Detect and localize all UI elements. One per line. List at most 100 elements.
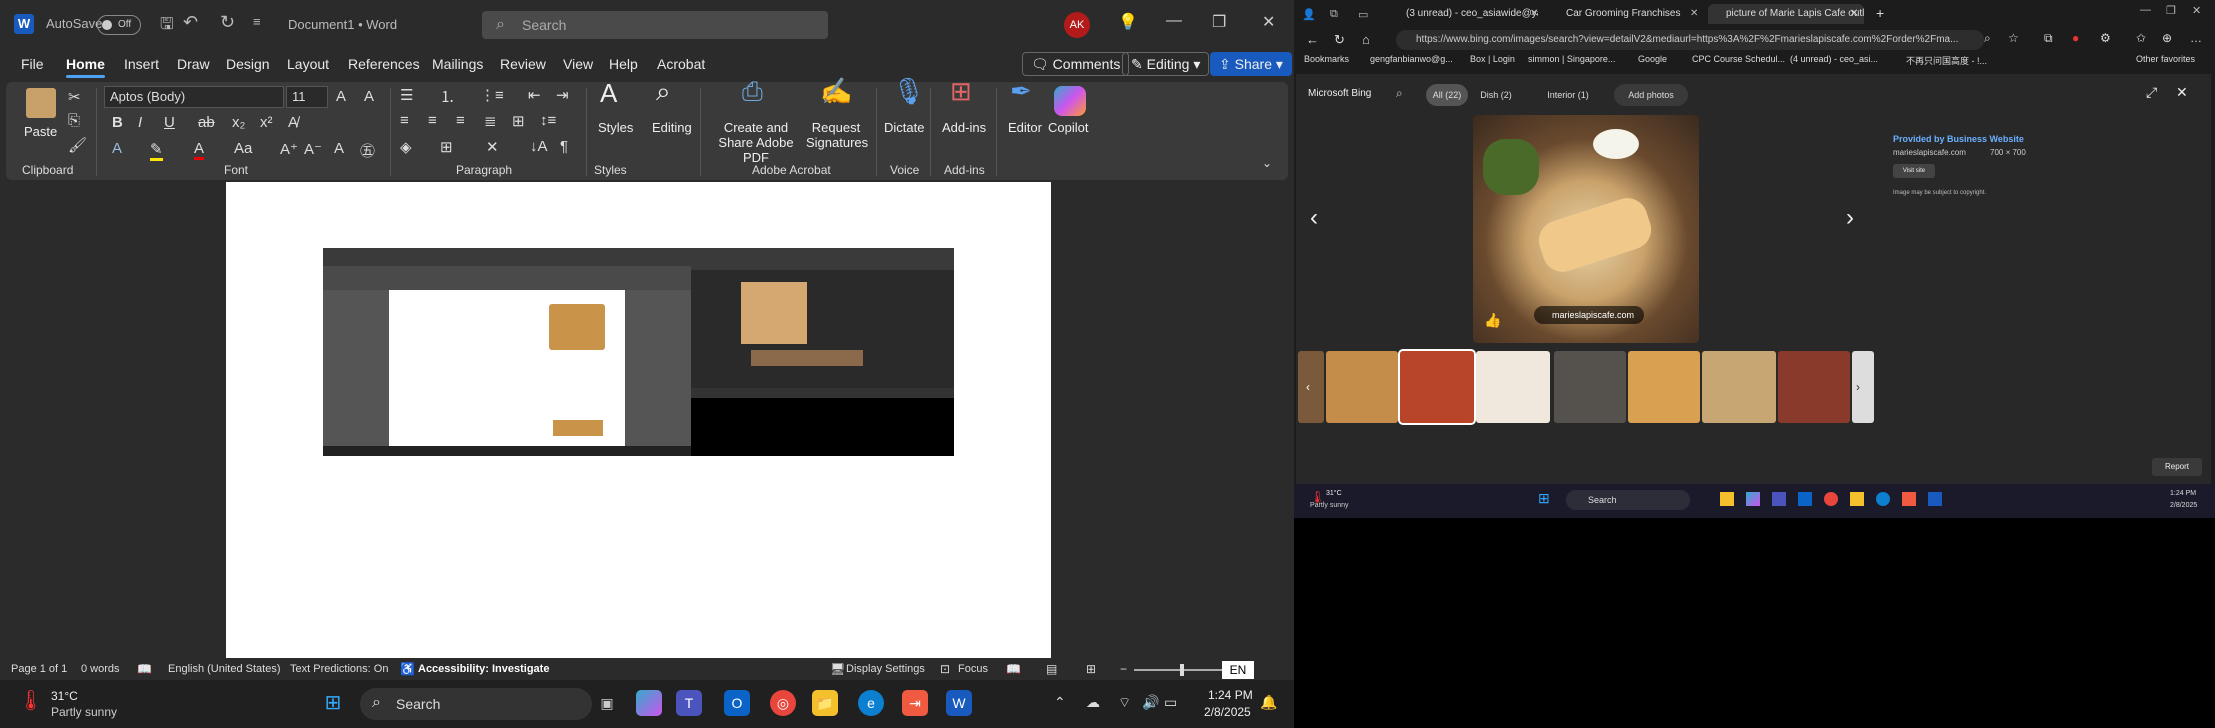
extension-icon[interactable]: ● [2072, 31, 2079, 45]
strikethrough-icon[interactable]: ab [198, 114, 215, 131]
report-button[interactable]: Report [2152, 458, 2202, 476]
addins-button[interactable]: Add-ins [942, 120, 986, 135]
close-tab-icon[interactable]: ✕ [1850, 8, 1858, 19]
display-settings-icon[interactable]: 🖥 [830, 662, 845, 676]
edge-icon[interactable]: e [858, 690, 884, 716]
customize-qat-icon[interactable]: ≡ [253, 14, 261, 29]
tab-draw[interactable]: Draw [177, 56, 210, 72]
thumbnail[interactable] [1298, 351, 1324, 423]
bookmark-item[interactable]: Box | Login [1470, 54, 1515, 64]
editor-icon[interactable]: ✒ [1010, 78, 1032, 104]
subscript-icon[interactable]: x₂ [232, 114, 245, 131]
tab-review[interactable]: Review [500, 56, 546, 72]
microphone-icon[interactable]: 🎙 [892, 78, 925, 104]
find-icon[interactable]: ⌕ [656, 78, 671, 104]
cut-icon[interactable]: ✂ [68, 88, 81, 106]
bookmark-item[interactable]: Bookmarks [1304, 54, 1349, 64]
back-icon[interactable]: ← [1306, 32, 1319, 47]
format-painter-icon[interactable]: 🖌 [68, 136, 87, 154]
print-layout-icon[interactable]: ▤ [1046, 662, 1057, 676]
paste-button[interactable]: Paste [24, 124, 57, 139]
clock-date[interactable]: 2/8/2025 [1204, 705, 1251, 719]
read-mode-icon[interactable]: 📖 [1006, 662, 1021, 676]
tab-insert[interactable]: Insert [124, 56, 159, 72]
copilot-taskbar-icon[interactable] [636, 690, 662, 716]
copilot-icon[interactable] [1054, 86, 1086, 116]
weather-icon[interactable]: 🌡 [18, 688, 43, 713]
accessibility-icon[interactable]: ♿ [400, 662, 415, 676]
word-taskbar-icon[interactable]: W [946, 690, 972, 716]
multilevel-list-icon[interactable]: ⋮≡ [480, 86, 504, 104]
focus-icon[interactable]: ⊡ [940, 662, 950, 676]
text-effects-icon[interactable]: A [364, 88, 374, 105]
display-settings-button[interactable]: Display Settings [846, 663, 925, 675]
show-hidden-icons-icon[interactable]: ⌃ [1054, 694, 1066, 711]
tab-acrobat[interactable]: Acrobat [657, 56, 705, 72]
bing-brand[interactable]: Microsoft Bing [1308, 88, 1371, 99]
editing-mode-button[interactable]: ✎ Editing ▾ [1122, 52, 1210, 76]
battery-icon[interactable]: ▭ [1164, 694, 1177, 711]
thumbnail[interactable] [1778, 351, 1850, 423]
request-signatures-icon[interactable]: ✍ [820, 78, 852, 104]
profile-icon[interactable]: 👤 [1302, 8, 1316, 21]
thumbnail[interactable] [1398, 349, 1476, 425]
copy-icon[interactable]: ⎘ [68, 112, 80, 129]
favorites-icon[interactable]: ✩ [2136, 31, 2146, 45]
notifications-icon[interactable]: 🔔 [1260, 694, 1277, 711]
strip-prev-icon[interactable]: ‹ [1306, 380, 1310, 394]
borders-icon[interactable]: ⊞ [440, 138, 453, 156]
search-icon[interactable]: ⌕ [1984, 31, 1991, 46]
favorite-icon[interactable]: ☆ [2008, 31, 2019, 45]
accessibility-status[interactable]: Accessibility: Investigate [418, 663, 549, 675]
restore-button[interactable]: ❐ [1212, 12, 1226, 32]
editing-button[interactable]: Editing [652, 120, 692, 135]
zoom-out-icon[interactable]: − [1120, 662, 1127, 676]
wifi-icon[interactable]: ⌔ [1118, 694, 1131, 712]
bookmark-item[interactable]: Other favorites [2136, 54, 2195, 64]
bullets-icon[interactable]: ☰ [400, 86, 413, 104]
close-tab-icon[interactable]: ✕ [1690, 8, 1698, 19]
show-marks-icon[interactable]: ¶ [560, 138, 568, 155]
save-icon[interactable]: 🖫 [160, 13, 174, 40]
justify-icon[interactable]: ≣ [484, 112, 497, 130]
autosave-toggle[interactable]: Off [97, 15, 141, 35]
superscript-icon[interactable]: x² [260, 114, 273, 131]
redo-icon[interactable]: ↻ [220, 12, 235, 33]
thumbnail[interactable] [1476, 351, 1550, 423]
chrome-icon[interactable]: ◎ [770, 690, 796, 716]
bookmark-item[interactable]: 不再只问国高度 - !... [1906, 54, 1987, 67]
prev-image-icon[interactable]: ‹ [1310, 204, 1318, 232]
close-button[interactable]: ✕ [1262, 12, 1275, 32]
highlight-icon[interactable]: ✎ [150, 140, 163, 161]
minimize-button[interactable]: — [2140, 4, 2151, 16]
undo-icon[interactable]: ↶ [183, 12, 198, 33]
grow-font-icon[interactable]: A [336, 88, 346, 105]
lightbulb-icon[interactable]: 💡 [1118, 12, 1138, 32]
bookmark-item[interactable]: simmon | Singapore... [1528, 54, 1615, 64]
search-icon[interactable]: ⌕ [1396, 86, 1403, 101]
tab-layout[interactable]: Layout [287, 56, 329, 72]
font-size-field[interactable]: 11 [286, 86, 328, 108]
close-icon[interactable]: ✕ [2176, 84, 2188, 101]
restore-button[interactable]: ❐ [2166, 4, 2176, 17]
app-icon[interactable]: ⇥ [902, 690, 928, 716]
task-view-icon[interactable]: ▣ [594, 690, 620, 716]
next-image-icon[interactable]: › [1846, 204, 1854, 232]
avatar[interactable]: AK [1064, 12, 1090, 38]
tab-file[interactable]: File [21, 56, 44, 72]
tab-design[interactable]: Design [226, 56, 270, 72]
minimize-button[interactable]: — [1166, 12, 1182, 30]
editor-button[interactable]: Editor [1008, 120, 1042, 135]
zoom-slider-thumb[interactable] [1180, 664, 1184, 676]
bookmark-item[interactable]: Google [1638, 54, 1667, 64]
tab-mailings[interactable]: Mailings [432, 56, 483, 72]
sort-icon[interactable]: ↓A [530, 138, 548, 155]
weather-desc[interactable]: Partly sunny [51, 705, 117, 719]
paste-icon[interactable] [26, 88, 56, 118]
close-button[interactable]: ✕ [2192, 4, 2201, 17]
browser-tab-mail[interactable]: (3 unread) - ceo_asiawide@yaho... [1388, 4, 1538, 24]
shading-icon[interactable]: ◈ [400, 138, 412, 156]
shrink-font-icon[interactable]: A⁻ [304, 140, 322, 158]
more-icon[interactable]: … [2190, 31, 2202, 45]
add-photos-button[interactable]: Add photos [1614, 84, 1688, 106]
